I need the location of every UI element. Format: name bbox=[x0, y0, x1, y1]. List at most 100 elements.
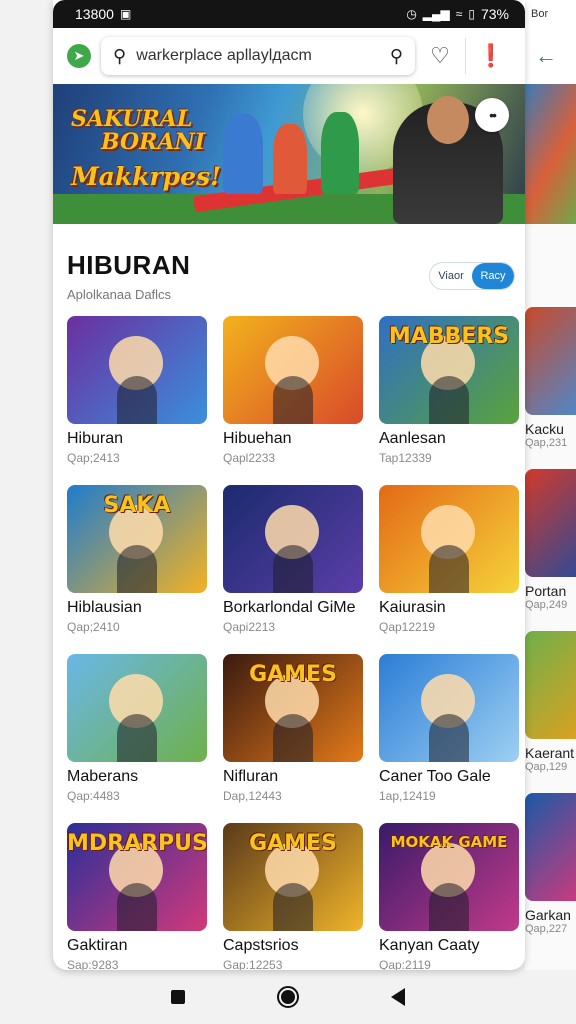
app-meta: Qap:4483 bbox=[67, 789, 120, 803]
wishlist-heart-icon[interactable]: ♡ bbox=[425, 41, 455, 71]
app-name: Hiburan bbox=[67, 430, 124, 447]
app-card[interactable]: Kaiurasin Qap12219 bbox=[379, 485, 519, 654]
app-name: Nifluran bbox=[223, 768, 279, 785]
app-card[interactable]: MOKAK GAME Kanyan Caaty Qap:2119 bbox=[379, 823, 519, 970]
app-meta: Qap;2413 bbox=[67, 451, 120, 465]
app-name: Kaiurasin bbox=[379, 599, 446, 616]
banner-character bbox=[321, 112, 359, 194]
app-card[interactable]: MDRARPUS Gaktiran Sap:9283 bbox=[67, 823, 207, 970]
peek-tile-title: Kaerant bbox=[525, 745, 575, 761]
back-icon[interactable] bbox=[391, 988, 405, 1006]
app-meta: Tap12339 bbox=[379, 451, 432, 465]
status-time: 13800 bbox=[75, 6, 114, 22]
peek-tile-title: Kacku bbox=[525, 421, 564, 437]
app-card[interactable]: Hiburan Qap;2413 bbox=[67, 316, 207, 485]
app-name: Caner Too Gale bbox=[379, 768, 491, 785]
banner-character bbox=[223, 114, 263, 194]
category-section: HIBURAN Aplolkanaa Daflcs Viaor Racy Hib… bbox=[53, 224, 525, 970]
app-thumbnail[interactable]: GAMES bbox=[223, 823, 363, 931]
app-thumbnail[interactable] bbox=[223, 316, 363, 424]
app-meta: 1ap,12419 bbox=[379, 789, 436, 803]
signal-icon: ▂▄▆ bbox=[422, 7, 450, 21]
app-name: Gaktiran bbox=[67, 937, 128, 954]
app-meta: Qapi2213 bbox=[223, 620, 276, 634]
search-input[interactable] bbox=[136, 47, 357, 65]
battery-level: 73% bbox=[480, 6, 509, 22]
divider bbox=[465, 38, 466, 74]
app-thumbnail[interactable] bbox=[67, 316, 207, 424]
top-app-bar: ➤ ⚲ ⚲ ♡ ❗ bbox=[53, 28, 525, 84]
peek-status-text: Bor bbox=[525, 0, 576, 28]
adjacent-screen-peek: Bor ← Kacku Qap,231 Portan Qap,249 Kaera… bbox=[525, 0, 576, 970]
app-thumbnail[interactable]: MABBERS bbox=[379, 316, 519, 424]
app-thumbnail[interactable]: GAMES bbox=[223, 654, 363, 762]
app-name: Aanlesan bbox=[379, 430, 446, 447]
search-bar[interactable]: ⚲ ⚲ bbox=[101, 37, 415, 75]
toggle-option-right[interactable]: Racy bbox=[472, 263, 514, 289]
search-icon: ⚲ bbox=[113, 45, 127, 66]
thumbnail-art-text: MABBERS bbox=[388, 324, 510, 349]
view-toggle[interactable]: Viaor Racy bbox=[429, 262, 515, 290]
banner-character bbox=[273, 124, 307, 194]
app-thumbnail[interactable] bbox=[67, 654, 207, 762]
app-logo-icon[interactable]: ➤ bbox=[67, 44, 91, 68]
app-card[interactable]: SAKA Hiblausian Qap;2410 bbox=[67, 485, 207, 654]
app-meta: Qap:2119 bbox=[379, 958, 431, 970]
section-title: HIBURAN bbox=[67, 250, 191, 280]
app-meta: Gap:12253 bbox=[223, 958, 283, 970]
app-meta: Dap,12443 bbox=[223, 789, 282, 803]
thumbnail-art-text: GAMES bbox=[249, 831, 337, 856]
app-meta: Sap:9283 bbox=[67, 958, 119, 970]
app-meta: Qap12219 bbox=[379, 620, 436, 634]
app-thumbnail[interactable] bbox=[379, 485, 519, 593]
notification-icon: ▣ bbox=[119, 7, 132, 21]
thumbnail-art-text: MDRARPUS bbox=[67, 831, 207, 856]
app-grid: Hiburan Qap;2413 Hibuehan Qapl2233 MABBERS Aa… bbox=[67, 316, 525, 970]
app-card[interactable]: GAMES Nifluran Dap,12443 bbox=[223, 654, 363, 823]
peek-tile[interactable] bbox=[525, 631, 576, 739]
alarm-icon: ◷ bbox=[406, 7, 417, 21]
app-card[interactable]: Maberans Qap:4483 bbox=[67, 654, 207, 823]
app-thumbnail[interactable]: MDRARPUS bbox=[67, 823, 207, 931]
system-nav-bar bbox=[0, 970, 576, 1024]
search-submit-icon[interactable]: ⚲ bbox=[390, 46, 403, 67]
screen: Bor ← Kacku Qap,231 Portan Qap,249 Kaera… bbox=[0, 0, 576, 1024]
app-thumbnail[interactable] bbox=[379, 654, 519, 762]
battery-icon: ▯ bbox=[468, 7, 475, 21]
peek-tile[interactable] bbox=[525, 307, 576, 415]
peek-tile-meta: Qap,231 bbox=[525, 437, 568, 449]
back-arrow-icon[interactable]: ← bbox=[525, 28, 576, 84]
peek-banner bbox=[525, 84, 576, 224]
app-card[interactable]: Caner Too Gale 1ap,12419 bbox=[379, 654, 519, 823]
app-name: Hibuehan bbox=[223, 430, 292, 447]
section-subtitle: Aplolkanaa Daflcs bbox=[67, 287, 172, 302]
thumbnail-art-text: MOKAK GAME bbox=[390, 833, 508, 851]
home-icon[interactable] bbox=[277, 986, 299, 1008]
app-thumbnail[interactable] bbox=[223, 485, 363, 593]
banner-options-icon[interactable]: •• bbox=[475, 98, 509, 132]
banner-title: SAKURAL BORANI Makkrpes! bbox=[71, 106, 222, 192]
app-card[interactable]: Hibuehan Qapl2233 bbox=[223, 316, 363, 485]
app-name: Maberans bbox=[67, 768, 139, 785]
promo-banner[interactable]: SAKURAL BORANI Makkrpes! •• bbox=[53, 84, 525, 224]
peek-tile-title: Garkan bbox=[525, 907, 571, 923]
app-card[interactable]: Borkarlondal GiMe Qapi2213 bbox=[223, 485, 363, 654]
peek-tile-meta: Qap,227 bbox=[525, 923, 568, 935]
app-card[interactable]: MABBERS Aanlesan Tap12339 bbox=[379, 316, 519, 485]
thumbnail-art-text: GAMES bbox=[249, 662, 337, 687]
app-meta: Qapl2233 bbox=[223, 451, 276, 465]
peek-tile-title: Portan bbox=[525, 583, 567, 599]
app-name: Hiblausian bbox=[67, 599, 142, 616]
toggle-option-left[interactable]: Viaor bbox=[430, 263, 472, 289]
app-meta: Qap;2410 bbox=[67, 620, 120, 634]
peek-tile[interactable] bbox=[525, 793, 576, 901]
app-thumbnail[interactable]: MOKAK GAME bbox=[379, 823, 519, 931]
peek-tile-meta: Qap,129 bbox=[525, 761, 568, 773]
app-card[interactable]: GAMES Capstsrios Gap:12253 bbox=[223, 823, 363, 970]
app-window: 13800 ▣ ◷ ▂▄▆ ≈ ▯ 73% ➤ ⚲ ⚲ ♡ ❗ bbox=[53, 0, 525, 970]
recents-icon[interactable] bbox=[171, 990, 185, 1004]
app-thumbnail[interactable]: SAKA bbox=[67, 485, 207, 593]
peek-tile[interactable] bbox=[525, 469, 576, 577]
peek-tile-meta: Qap,249 bbox=[525, 599, 568, 611]
more-options-icon[interactable]: ❗ bbox=[476, 41, 506, 71]
